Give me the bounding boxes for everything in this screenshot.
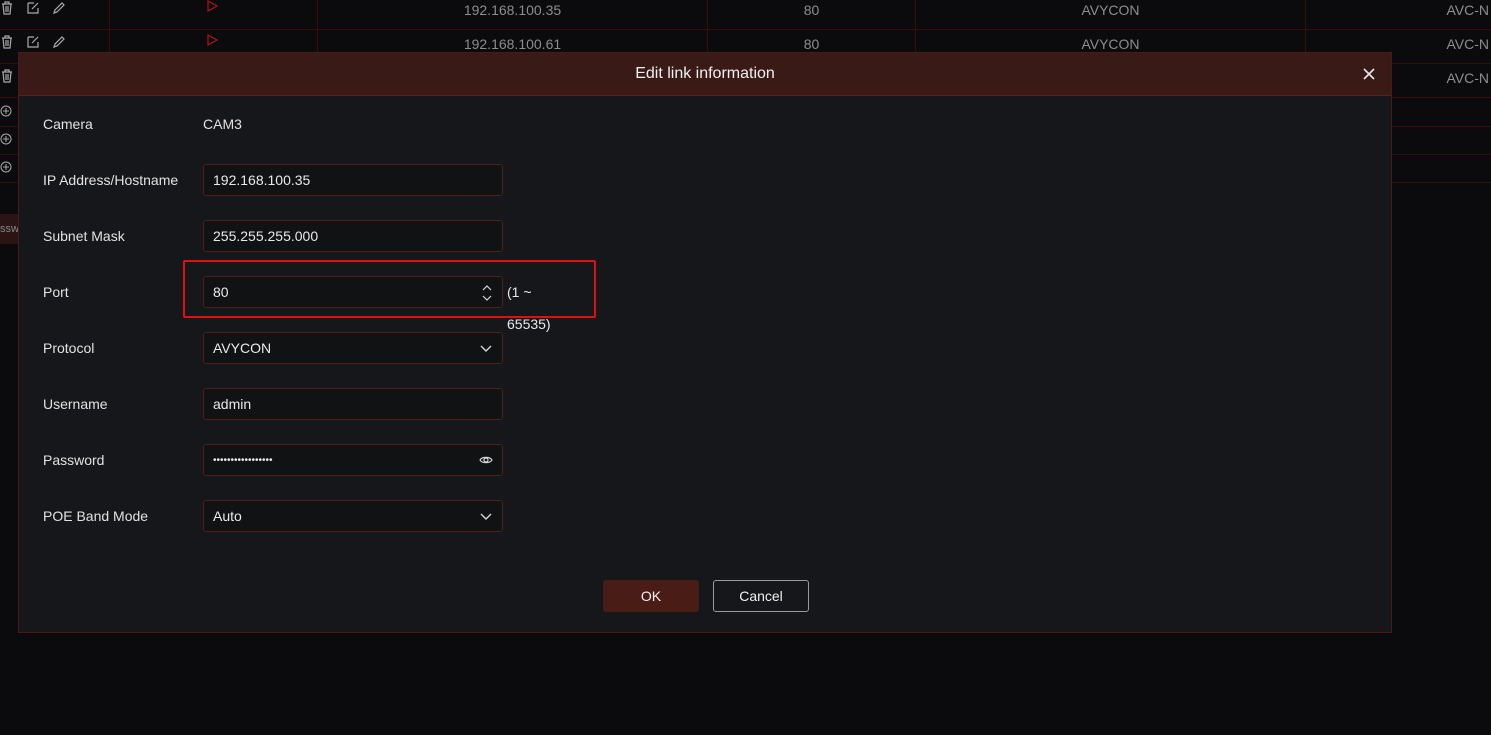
side-tab[interactable]: ssw bbox=[0, 214, 18, 244]
chevron-down-icon[interactable] bbox=[479, 509, 493, 523]
ip-label: IP Address/Hostname bbox=[43, 172, 179, 188]
plus-circle-icon[interactable] bbox=[0, 105, 12, 117]
protocol-select[interactable] bbox=[203, 332, 503, 364]
dialog-header: Edit link information bbox=[19, 53, 1391, 96]
table-cell-model: AVC-N bbox=[1446, 2, 1489, 18]
table-cell-port: 80 bbox=[708, 0, 916, 29]
plus-circle-icon[interactable] bbox=[0, 161, 12, 173]
row-actions bbox=[0, 69, 14, 83]
username-label: Username bbox=[43, 396, 108, 412]
table-cell bbox=[110, 0, 318, 29]
plus-circle-icon[interactable] bbox=[0, 133, 12, 145]
ip-field[interactable] bbox=[203, 164, 503, 196]
port-label: Port bbox=[43, 284, 69, 300]
edit-link-dialog: Edit link information Camera CAM3 IP Add… bbox=[18, 52, 1392, 633]
protocol-label: Protocol bbox=[43, 340, 95, 356]
subnet-field[interactable] bbox=[203, 220, 503, 252]
table-cell bbox=[0, 0, 110, 29]
password-label: Password bbox=[43, 452, 105, 468]
camera-value: CAM3 bbox=[203, 116, 242, 132]
chevron-down-icon[interactable] bbox=[479, 341, 493, 355]
table-cell-ip: 192.168.100.35 bbox=[318, 0, 708, 29]
password-field[interactable] bbox=[203, 444, 503, 476]
port-highlight-box bbox=[183, 260, 596, 318]
table-cell-protocol: AVYCON bbox=[916, 0, 1306, 29]
password-input[interactable] bbox=[204, 445, 502, 475]
table-row[interactable]: 192.168.100.35 80 AVYCON AVC-N bbox=[0, 0, 1491, 30]
dialog-title: Edit link information bbox=[635, 65, 775, 82]
poe-label: POE Band Mode bbox=[43, 508, 149, 524]
username-field[interactable] bbox=[203, 388, 503, 420]
eye-icon[interactable] bbox=[479, 453, 493, 467]
username-input[interactable] bbox=[204, 389, 502, 419]
subnet-input[interactable] bbox=[204, 221, 502, 251]
cancel-button[interactable]: Cancel bbox=[713, 580, 809, 612]
subnet-label: Subnet Mask bbox=[43, 228, 125, 244]
trash-icon[interactable] bbox=[0, 69, 14, 83]
camera-label: Camera bbox=[43, 116, 93, 132]
ok-button[interactable]: OK bbox=[603, 580, 699, 612]
poe-value[interactable] bbox=[204, 501, 502, 531]
poe-select[interactable] bbox=[203, 500, 503, 532]
close-icon[interactable] bbox=[1361, 66, 1377, 82]
ip-input[interactable] bbox=[204, 165, 502, 195]
protocol-value[interactable] bbox=[204, 333, 502, 363]
